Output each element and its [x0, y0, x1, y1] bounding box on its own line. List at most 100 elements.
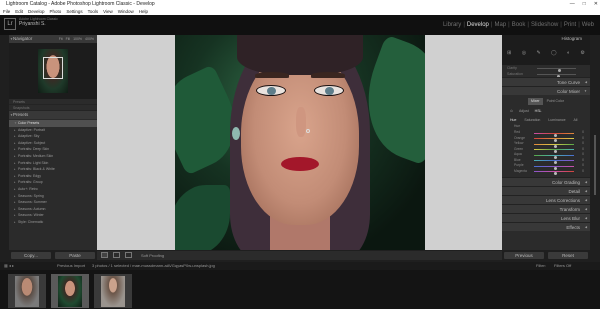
- slider-track[interactable]: [534, 154, 574, 159]
- filmstrip-thumbnail[interactable]: [94, 274, 132, 308]
- navigator-viewport-rect[interactable]: [43, 57, 63, 79]
- settings-gear-icon[interactable]: ⚙: [580, 48, 584, 58]
- navigator-preview[interactable]: [9, 43, 97, 99]
- filmstrip-thumbnail[interactable]: [8, 274, 46, 308]
- slider-track[interactable]: [534, 160, 574, 164]
- menu-file[interactable]: File: [3, 8, 10, 15]
- soft-proofing-label[interactable]: Soft Proofing: [141, 251, 164, 260]
- module-web[interactable]: Web: [582, 22, 594, 29]
- preset-item[interactable]: ▸ Portraits: Black & White: [9, 166, 97, 173]
- maximize-button[interactable]: □: [583, 0, 586, 8]
- slider-track[interactable]: [534, 138, 574, 142]
- menu-help[interactable]: Help: [139, 8, 148, 15]
- target-adjust-icon[interactable]: ⊙: [510, 108, 513, 115]
- redeye-tool-icon[interactable]: ◯: [551, 48, 557, 58]
- loupe-view[interactable]: [97, 35, 502, 250]
- point-color-tab[interactable]: Point Color: [547, 98, 564, 105]
- module-slideshow[interactable]: Slideshow: [531, 22, 558, 29]
- menu-window[interactable]: Window: [118, 8, 134, 15]
- presets-header[interactable]: ▼ Presets: [9, 111, 97, 119]
- zoom-fit[interactable]: Fit: [59, 35, 63, 43]
- preset-item[interactable]: ▸ Portraits: Medium Skin: [9, 153, 97, 160]
- filter-dropdown[interactable]: Filters Off: [554, 262, 571, 270]
- preset-item[interactable]: ▸ Portraits: Light Skin: [9, 160, 97, 167]
- preset-item[interactable]: ▸ Portraits: Edgy: [9, 173, 97, 180]
- preset-item[interactable]: ▸ Seasons: Summer: [9, 199, 97, 206]
- module-develop[interactable]: Develop: [467, 22, 489, 29]
- scrollbar-thumb[interactable]: [594, 135, 596, 195]
- adjust-dropdown[interactable]: HSL: [535, 108, 542, 115]
- zoom-100[interactable]: 100%: [73, 35, 82, 43]
- tab-luminance[interactable]: Luminance: [548, 117, 565, 124]
- section-transform[interactable]: Transform ◀: [502, 204, 590, 213]
- menu-tools[interactable]: Tools: [88, 8, 99, 15]
- histogram[interactable]: Histogram ⊞ ◎ ✎ ◯ ◐ ⚙: [502, 35, 590, 65]
- slider-track[interactable]: [534, 132, 574, 137]
- reference-view-icon[interactable]: [125, 252, 132, 258]
- tab-all[interactable]: All: [574, 117, 578, 124]
- tab-hue[interactable]: Hue: [510, 117, 516, 124]
- right-panel-scrollbar[interactable]: [592, 35, 598, 250]
- menu-edit[interactable]: Edit: [15, 8, 23, 15]
- slider-track[interactable]: [534, 149, 574, 153]
- filmstrip-thumbnail-selected[interactable]: [51, 274, 89, 308]
- main-photo[interactable]: [175, 35, 425, 250]
- preset-item[interactable]: ▸ Seasons: Spring: [9, 193, 97, 200]
- menu-settings[interactable]: Settings: [66, 8, 82, 15]
- zoom-fill[interactable]: Fill: [66, 35, 70, 43]
- navigator-header[interactable]: ▼ Navigator Fit Fill 100% 400%: [9, 35, 97, 43]
- menu-photo[interactable]: Photo: [50, 8, 62, 15]
- preset-item[interactable]: ▸ Portraits: Group: [9, 179, 97, 186]
- slider-track[interactable]: [534, 143, 574, 148]
- zoom-400[interactable]: 400%: [85, 35, 94, 43]
- preset-item[interactable]: ▸ Portraits: Deep Skin: [9, 146, 97, 153]
- hue-slider-magenta[interactable]: Magenta 0: [502, 169, 590, 175]
- brush-tool-icon[interactable]: ✎: [536, 48, 540, 58]
- preset-item[interactable]: ▸ Adaptive: Sky: [9, 133, 97, 140]
- section-color-mixer[interactable]: Color Mixer ▼: [502, 86, 590, 95]
- right-panel-buttons: Previous Reset: [502, 251, 590, 260]
- masking-tool-icon[interactable]: ◐: [567, 48, 570, 58]
- section-detail[interactable]: Detail ◀: [502, 186, 590, 195]
- close-button[interactable]: ✕: [594, 0, 598, 8]
- healing-tool-icon[interactable]: ◎: [522, 48, 526, 58]
- preset-folder[interactable]: ▼Color Presets: [9, 120, 97, 127]
- menu-develop[interactable]: Develop: [28, 8, 45, 15]
- preset-item[interactable]: ▸ Seasons: Winter: [9, 212, 97, 219]
- loupe-view-icon[interactable]: [101, 252, 108, 258]
- previous-button[interactable]: Previous: [504, 252, 544, 259]
- filmstrip-grid-icon[interactable]: ▦ ◂ ▸: [4, 262, 14, 270]
- module-map[interactable]: Map: [494, 22, 506, 29]
- section-tone-curve[interactable]: Tone Curve ◀: [502, 77, 590, 86]
- paste-button[interactable]: Paste: [55, 252, 95, 259]
- mixer-tab[interactable]: Mixer: [528, 98, 543, 105]
- preset-item[interactable]: ▸ Adaptive: Portrait: [9, 127, 97, 134]
- slider-knob[interactable]: [554, 172, 557, 175]
- preset-item[interactable]: ▸ Auto+: Retro: [9, 186, 97, 193]
- slider-track[interactable]: [534, 165, 574, 170]
- tab-saturation[interactable]: Saturation: [524, 117, 540, 124]
- preset-item[interactable]: ▸ Adaptive: Subject: [9, 140, 97, 147]
- menu-view[interactable]: View: [103, 8, 113, 15]
- preset-item[interactable]: ▸ Style: Cinematic: [9, 219, 97, 226]
- minimize-button[interactable]: —: [570, 0, 575, 8]
- reset-button[interactable]: Reset: [548, 252, 588, 259]
- section-color-grading[interactable]: Color Grading ◀: [502, 177, 590, 186]
- preset-item[interactable]: ▸ Seasons: Autumn: [9, 206, 97, 213]
- adjust-selector: ⊙ Adjust HSL: [502, 108, 590, 115]
- module-print[interactable]: Print: [564, 22, 576, 29]
- slider-track[interactable]: [537, 68, 576, 72]
- module-library[interactable]: Library: [443, 22, 461, 29]
- section-lens-blur[interactable]: Lens Blur ◀: [502, 213, 590, 222]
- copy-button[interactable]: Copy...: [11, 252, 51, 259]
- crop-tool-icon[interactable]: ⊞: [507, 48, 511, 58]
- slider-value[interactable]: 0: [582, 169, 584, 175]
- module-book[interactable]: Book: [512, 22, 526, 29]
- slider-track[interactable]: [537, 74, 576, 78]
- slider-track[interactable]: [534, 171, 574, 175]
- section-lens-corrections[interactable]: Lens Corrections ◀: [502, 195, 590, 204]
- section-title: Color Grading: [551, 180, 580, 185]
- section-effects[interactable]: Effects ◀: [502, 222, 590, 231]
- filmstrip-source[interactable]: Previous Import: [57, 262, 85, 270]
- before-after-icon[interactable]: [113, 252, 120, 258]
